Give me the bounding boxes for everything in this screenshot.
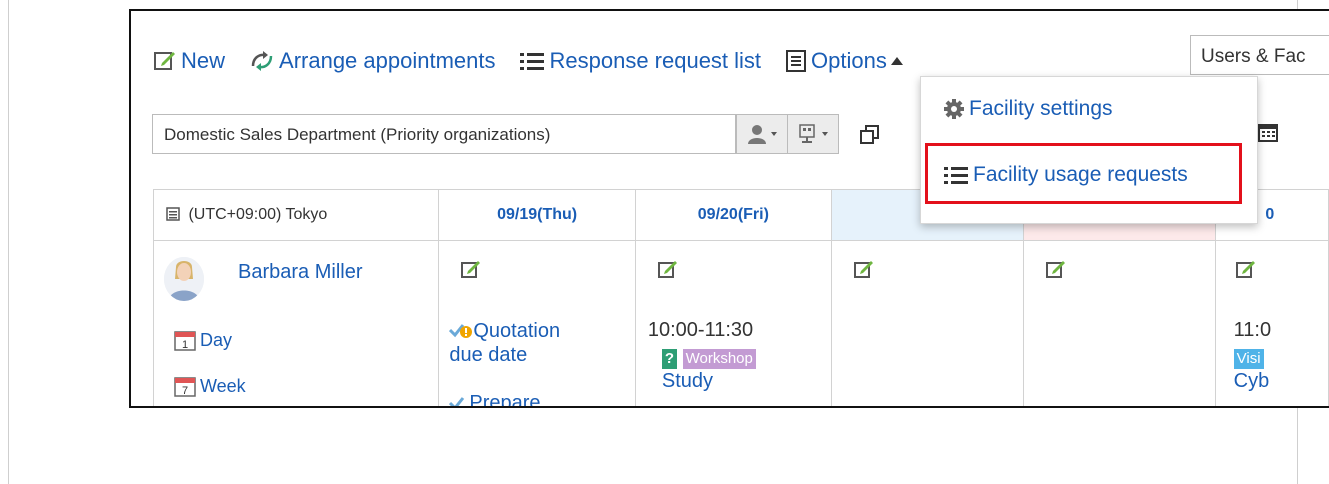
toolbar: New Arrange appointments Response reques… xyxy=(153,47,903,75)
avatar xyxy=(164,257,204,301)
day-label: Day xyxy=(200,329,233,350)
facility-picker-button[interactable] xyxy=(787,114,839,154)
week-view-link[interactable]: 7 Week xyxy=(174,375,246,397)
schedule-title: Prepare xyxy=(469,392,541,408)
schedule-title: Cyb xyxy=(1233,370,1270,392)
add-schedule-icon[interactable] xyxy=(461,259,481,279)
arrange-appointments-button[interactable]: Arrange appointments xyxy=(249,48,495,74)
calendar-icon[interactable] xyxy=(1258,122,1278,142)
new-icon xyxy=(154,52,175,70)
organization-value: Domestic Sales Department (Priority orga… xyxy=(164,125,551,144)
deadline-icon xyxy=(449,324,473,338)
response-request-list-button[interactable]: Response request list xyxy=(519,48,761,74)
options-icon xyxy=(786,50,807,72)
schedule-item[interactable]: Quotation due date xyxy=(449,319,560,367)
week-calendar-icon: 7 xyxy=(174,377,196,397)
date-label: 09/20(Fri) xyxy=(697,206,769,223)
menu-item-label: Facility usage requests xyxy=(973,163,1188,186)
schedule-item[interactable]: Prepare xyxy=(449,391,541,408)
check-icon xyxy=(449,397,465,406)
chevron-down-icon xyxy=(771,132,777,136)
menu-item-facility-usage-requests[interactable]: Facility usage requests xyxy=(943,163,1188,187)
workshop-badge: Workshop xyxy=(682,349,756,369)
day-view-link[interactable]: 1 Day xyxy=(174,329,232,351)
organization-select[interactable]: Domestic Sales Department (Priority orga… xyxy=(152,114,839,154)
add-schedule-icon[interactable] xyxy=(853,259,874,279)
day-cell-fri: 10:00-11:30 ? Workshop Study xyxy=(634,240,832,406)
schedule-title-line1: Quotation xyxy=(473,320,561,342)
page-border-left xyxy=(8,0,9,484)
add-schedule-icon[interactable] xyxy=(1046,259,1066,279)
day-cell-mon: 11:0 Visi Cyb xyxy=(1214,240,1329,406)
timezone-label: (UTC+09:00) Tokyo xyxy=(188,206,328,223)
gear-icon xyxy=(944,99,964,119)
schedule-title-line2: due date xyxy=(449,344,528,366)
user-cell: Barbara Miller 1 Day 7 Week xyxy=(152,240,440,406)
schedule-item[interactable]: Visi Cyb xyxy=(1233,345,1270,393)
date-label: 0 xyxy=(1265,206,1275,223)
view-select[interactable]: Users & Fac xyxy=(1190,35,1329,75)
date-label: 09/19(Thu) xyxy=(497,206,578,223)
facility-icon xyxy=(799,124,815,143)
add-schedule-icon[interactable] xyxy=(657,259,678,279)
week-calendar-number: 7 xyxy=(182,385,188,397)
menu-item-facility-settings[interactable]: Facility settings xyxy=(943,97,1113,121)
day-calendar-number: 1 xyxy=(182,339,188,351)
menu-item-label: Facility settings xyxy=(969,97,1113,120)
options-button[interactable]: Options xyxy=(785,48,903,74)
date-header-thu[interactable]: 09/19(Thu) xyxy=(438,189,636,241)
list-icon xyxy=(944,167,968,184)
day-cell-sun xyxy=(1023,240,1216,406)
schedule-item[interactable]: ? Workshop Study xyxy=(661,345,756,393)
copy-icon[interactable] xyxy=(860,125,880,145)
options-dropdown-menu: Facility settings Facility usage request… xyxy=(920,76,1258,224)
week-label: Week xyxy=(200,375,246,396)
visit-badge: Visi xyxy=(1233,349,1264,369)
caret-up-icon xyxy=(890,57,903,65)
arrange-label: Arrange appointments xyxy=(279,48,496,73)
user-name-link[interactable]: Barbara Miller xyxy=(238,261,362,284)
day-cell-thu: Quotation due date Prepare xyxy=(438,240,636,408)
schedule-time: 11:0 xyxy=(1233,319,1272,341)
user-picker-button[interactable] xyxy=(736,114,788,154)
list-icon xyxy=(520,53,545,70)
add-schedule-icon[interactable] xyxy=(1235,259,1256,279)
user-icon xyxy=(748,125,766,144)
day-cell-sat xyxy=(830,240,1025,406)
timezone-icon xyxy=(166,207,180,221)
options-label: Options xyxy=(811,48,887,73)
day-calendar-icon: 1 xyxy=(174,331,196,351)
new-button[interactable]: New xyxy=(153,48,225,74)
date-header-fri[interactable]: 09/20(Fri) xyxy=(634,189,832,241)
new-label: New xyxy=(181,48,226,73)
chevron-down-icon xyxy=(822,132,828,136)
response-label: Response request list xyxy=(549,48,762,73)
arrange-icon xyxy=(251,51,273,71)
schedule-title: Study xyxy=(661,370,714,392)
question-badge: ? xyxy=(661,349,678,369)
timezone-header: (UTC+09:00) Tokyo xyxy=(152,189,440,241)
schedule-time: 10:00-11:30 xyxy=(647,319,754,341)
